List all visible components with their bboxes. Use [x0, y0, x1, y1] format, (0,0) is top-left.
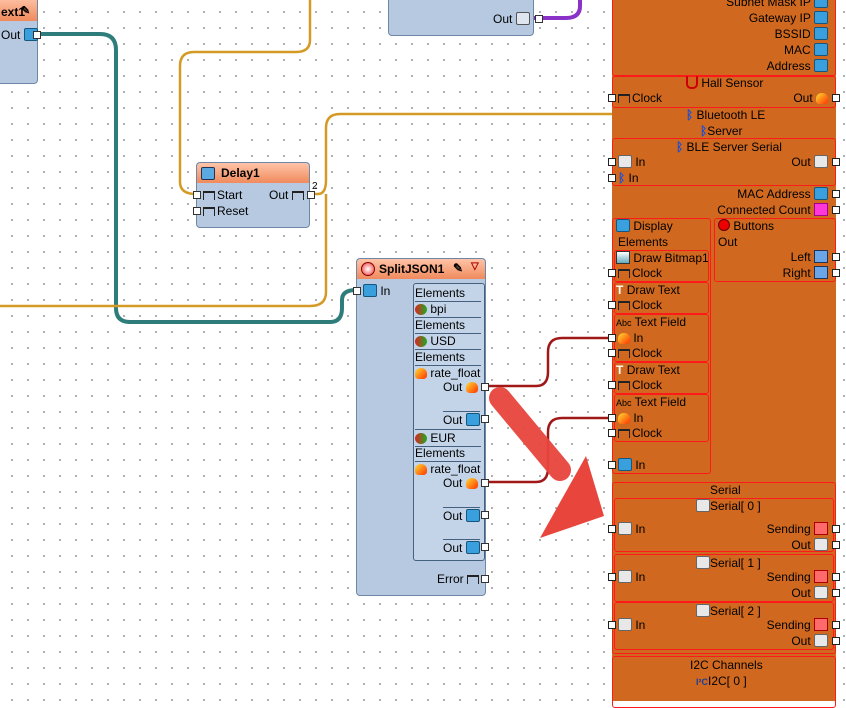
arrow-shaft	[489, 387, 571, 481]
annotation-arrow	[489, 387, 604, 538]
